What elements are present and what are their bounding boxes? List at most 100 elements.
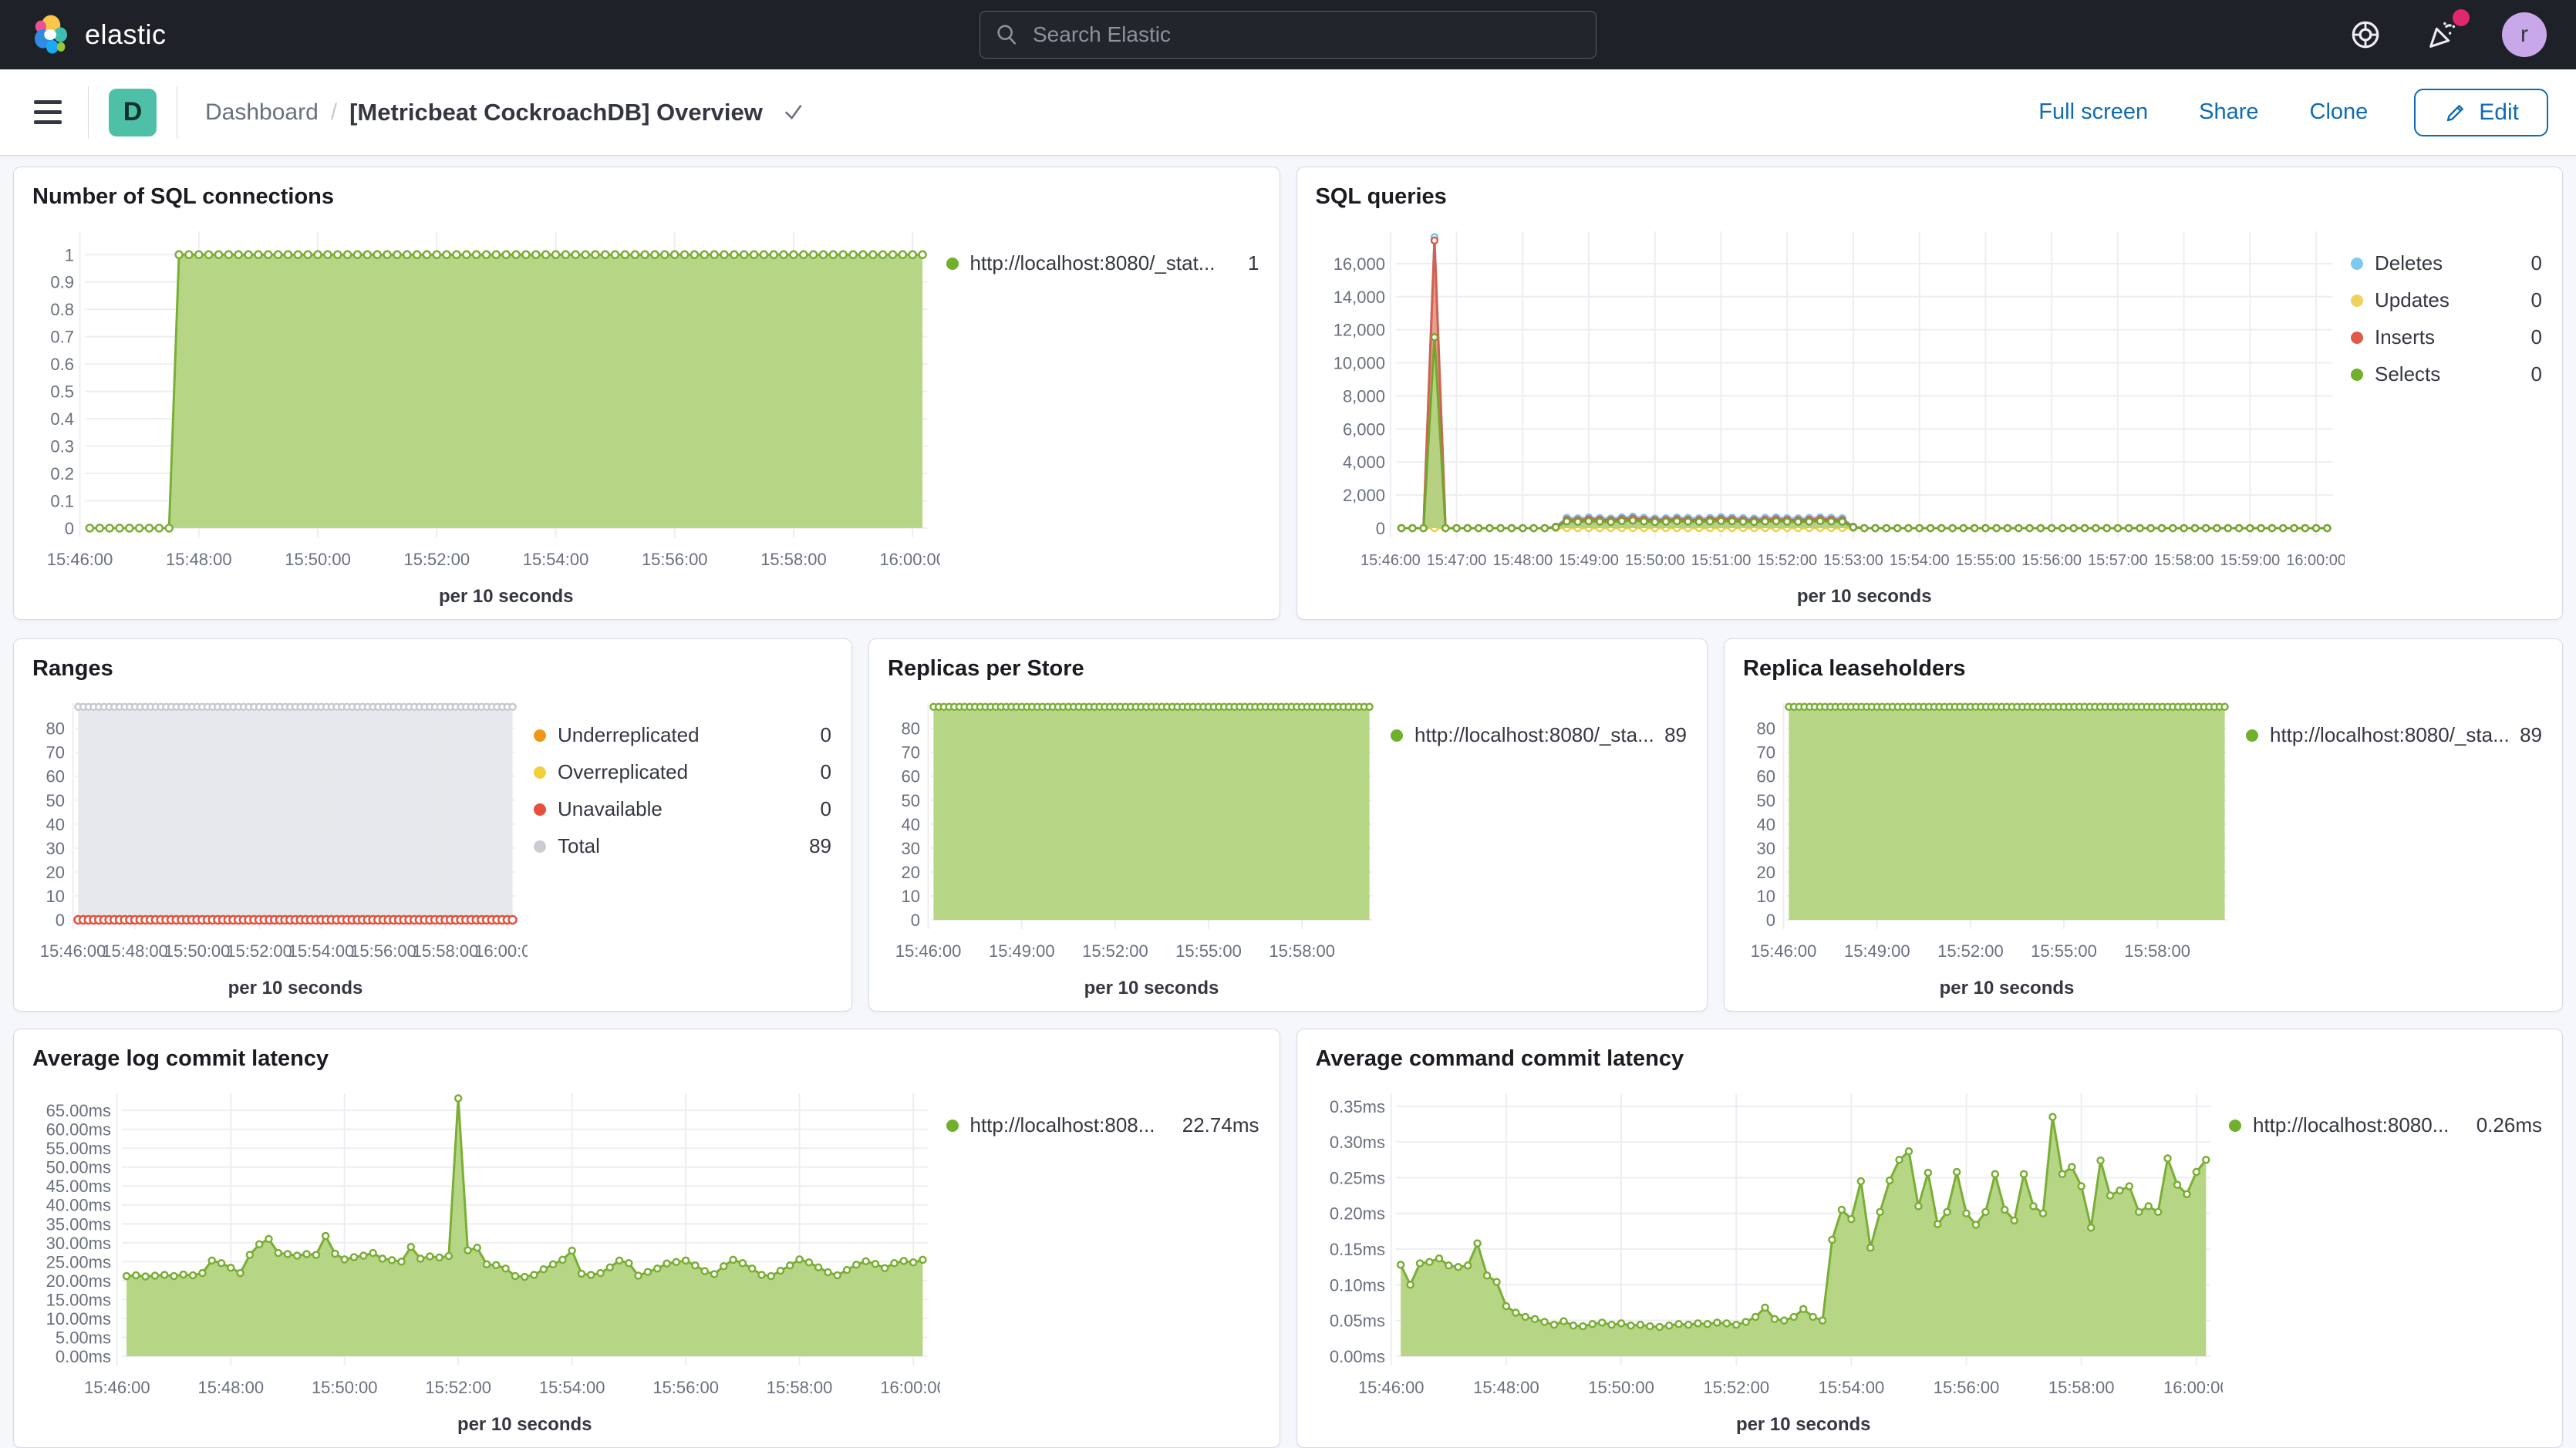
notification-badge: [2453, 9, 2470, 26]
svg-text:15:55:00: 15:55:00: [2031, 941, 2097, 961]
clone-button[interactable]: Clone: [2305, 99, 2373, 126]
svg-text:12,000: 12,000: [1333, 321, 1384, 340]
header-actions: r: [2348, 12, 2547, 57]
svg-text:15:56:00: 15:56:00: [1933, 1378, 1999, 1397]
panel-title: Number of SQL connections: [32, 184, 1264, 210]
area-chart-command-commit-latency[interactable]: 15:46:0015:48:0015:50:0015:52:0015:54:00…: [1313, 1075, 2224, 1436]
legend-item[interactable]: Overreplicated0: [534, 760, 831, 784]
legend-item[interactable]: http://localhost:8080...0.26ms: [2229, 1113, 2542, 1137]
chart-legend: http://localhost:808...22.74ms: [940, 1075, 1264, 1436]
legend-series-dot: [2351, 295, 2363, 307]
svg-text:0.5: 0.5: [50, 382, 74, 402]
area-chart-sql-queries[interactable]: 15:46:0015:47:0015:48:0015:49:0015:50:00…: [1313, 213, 2345, 608]
svg-text:0: 0: [1375, 519, 1384, 538]
svg-text:50: 50: [46, 791, 65, 810]
legend-item[interactable]: http://localhost:808...22.74ms: [946, 1113, 1259, 1137]
breadcrumb-dashboard[interactable]: Dashboard: [205, 99, 319, 126]
global-search[interactable]: [979, 11, 1597, 59]
user-avatar[interactable]: r: [2502, 12, 2547, 57]
legend-series-value: 0: [2531, 362, 2542, 386]
svg-text:80: 80: [902, 719, 920, 739]
elastic-logo-icon: [29, 13, 72, 56]
svg-text:70: 70: [1757, 743, 1775, 763]
chart-legend: Underreplicated0Overreplicated0Unavailab…: [528, 685, 836, 1000]
space-initial: D: [123, 97, 143, 127]
legend-item[interactable]: http://localhost:8080/_sta...89: [1391, 723, 1687, 747]
area-chart-ranges[interactable]: 15:46:0015:48:0015:50:0015:52:0015:54:00…: [29, 685, 528, 1000]
page-title: [Metricbeat CockroachDB] Overview: [349, 99, 763, 126]
dashboard-row-1: Number of SQL connections 15:46:0015:48:…: [13, 167, 2563, 620]
svg-text:15:56:00: 15:56:00: [2021, 552, 2082, 569]
svg-text:15:46:00: 15:46:00: [895, 941, 962, 961]
svg-text:2,000: 2,000: [1342, 486, 1384, 505]
svg-text:16:00:00: 16:00:00: [2286, 552, 2345, 569]
svg-text:4,000: 4,000: [1342, 453, 1384, 472]
svg-text:0.7: 0.7: [50, 328, 74, 347]
legend-series-dot: [534, 840, 546, 853]
legend-series-dot: [534, 803, 546, 816]
search-input[interactable]: [1031, 22, 1582, 48]
svg-text:15:54:00: 15:54:00: [539, 1378, 605, 1397]
svg-text:15:58:00: 15:58:00: [2048, 1378, 2114, 1397]
svg-text:15:56:00: 15:56:00: [350, 941, 416, 961]
svg-text:15:55:00: 15:55:00: [1955, 552, 2015, 569]
legend-series-label: Overreplicated: [558, 760, 810, 784]
svg-text:0.3: 0.3: [50, 436, 74, 456]
svg-text:6,000: 6,000: [1342, 419, 1384, 439]
area-chart-log-commit-latency[interactable]: 15:46:0015:48:0015:50:0015:52:0015:54:00…: [29, 1075, 940, 1436]
panel-ranges: Ranges 15:46:0015:48:0015:50:0015:52:001…: [13, 638, 852, 1012]
search-icon: [994, 22, 1020, 48]
legend-item[interactable]: Selects0: [2351, 362, 2542, 386]
help-button[interactable]: [2348, 17, 2383, 52]
svg-text:15:58:00: 15:58:00: [767, 1378, 833, 1397]
space-avatar[interactable]: D: [109, 89, 157, 136]
svg-text:60: 60: [46, 767, 65, 786]
svg-text:80: 80: [1757, 719, 1775, 739]
svg-text:40: 40: [902, 815, 920, 834]
svg-text:50: 50: [902, 791, 920, 810]
legend-series-value: 0: [821, 723, 831, 747]
legend-series-value: 0: [2531, 288, 2542, 312]
news-button[interactable]: [2425, 17, 2460, 52]
svg-text:15:52:00: 15:52:00: [1757, 552, 1817, 569]
avatar-initial: r: [2520, 22, 2528, 48]
svg-text:16:00:00: 16:00:00: [474, 941, 528, 961]
svg-text:14,000: 14,000: [1333, 288, 1384, 307]
svg-text:0.00ms: 0.00ms: [56, 1347, 111, 1366]
svg-text:15:54:00: 15:54:00: [1889, 552, 1949, 569]
svg-text:15:46:00: 15:46:00: [40, 941, 106, 961]
svg-text:15:50:00: 15:50:00: [1624, 552, 1684, 569]
share-button[interactable]: Share: [2194, 99, 2263, 126]
area-chart-replica-leaseholders[interactable]: 15:46:0015:49:0015:52:0015:55:0015:58:00…: [1740, 685, 2240, 1000]
svg-text:15:46:00: 15:46:00: [1360, 552, 1420, 569]
legend-item[interactable]: Deletes0: [2351, 251, 2542, 275]
legend-item[interactable]: Underreplicated0: [534, 723, 831, 747]
legend-item[interactable]: Inserts0: [2351, 325, 2542, 349]
svg-text:60: 60: [1757, 767, 1775, 786]
legend-series-value: 0: [2531, 251, 2542, 275]
elastic-logo[interactable]: elastic: [29, 13, 167, 56]
title-menu-caret-icon[interactable]: [780, 99, 806, 126]
svg-text:15:49:00: 15:49:00: [1559, 552, 1619, 569]
legend-series-dot: [2229, 1120, 2241, 1132]
edit-button[interactable]: Edit: [2414, 89, 2548, 136]
legend-item[interactable]: Total89: [534, 834, 831, 858]
legend-item[interactable]: Updates0: [2351, 288, 2542, 312]
svg-text:0.10ms: 0.10ms: [1329, 1275, 1384, 1295]
svg-text:0.6: 0.6: [50, 355, 74, 374]
menu-button[interactable]: [28, 94, 68, 130]
legend-item[interactable]: Unavailable0: [534, 797, 831, 821]
full-screen-button[interactable]: Full screen: [2034, 99, 2153, 126]
legend-series-label: http://localhost:8080...: [2253, 1113, 2466, 1137]
svg-text:15:48:00: 15:48:00: [1473, 1378, 1539, 1397]
svg-text:20.00ms: 20.00ms: [46, 1271, 111, 1291]
legend-item[interactable]: http://localhost:8080/_stat...1: [946, 251, 1259, 275]
area-chart-replicas-per-store[interactable]: 15:46:0015:49:0015:52:0015:55:0015:58:00…: [885, 685, 1384, 1000]
legend-item[interactable]: http://localhost:8080/_sta...89: [2246, 723, 2542, 747]
svg-text:per 10 seconds: per 10 seconds: [1796, 586, 1931, 607]
svg-text:8,000: 8,000: [1342, 386, 1384, 406]
svg-text:15:47:00: 15:47:00: [1426, 552, 1486, 569]
legend-series-dot: [2351, 369, 2363, 381]
area-chart-sql-connections[interactable]: 15:46:0015:48:0015:50:0015:52:0015:54:00…: [29, 213, 940, 608]
svg-text:15:58:00: 15:58:00: [760, 550, 827, 569]
